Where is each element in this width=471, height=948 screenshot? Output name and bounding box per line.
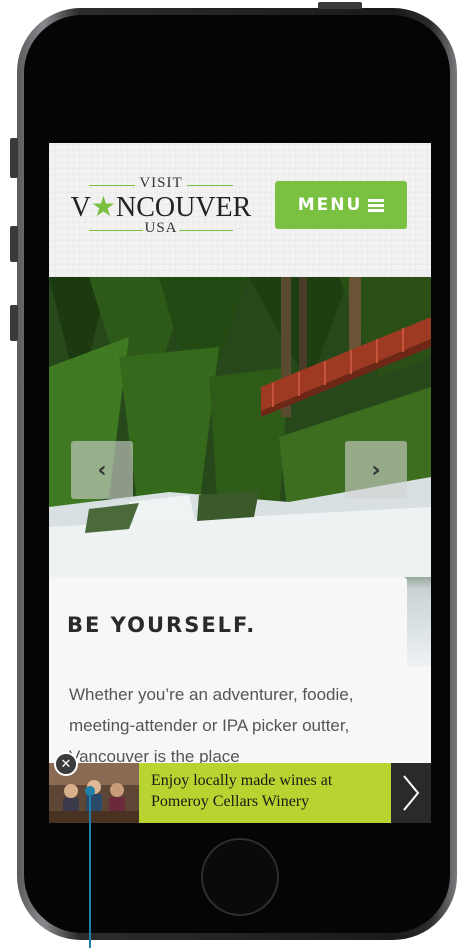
volume-up-button: [10, 226, 18, 262]
volume-down-button: [10, 305, 18, 341]
logo-wordmark-left: V: [70, 192, 91, 223]
hamburger-icon: [368, 198, 385, 212]
winery-ad-banner[interactable]: Enjoy locally made wines at Pomeroy Cell…: [49, 763, 431, 823]
ad-close-icon[interactable]: ✕: [54, 752, 78, 776]
logo-wordmark-right: NCOUVER: [116, 192, 252, 223]
site-header: VISIT V★NCOUVER USA MENU: [49, 143, 431, 277]
mute-switch: [10, 138, 18, 178]
forest-waterfall-photo: [49, 277, 431, 577]
home-button: [201, 838, 279, 916]
slider-next-button[interactable]: ›: [345, 441, 407, 499]
menu-button-label: MENU: [297, 195, 363, 215]
star-icon: ★: [90, 192, 116, 223]
menu-button[interactable]: MENU: [275, 181, 407, 229]
slider-prev-button[interactable]: ‹: [71, 441, 133, 499]
winery-ad-text: Enjoy locally made wines at Pomeroy Cell…: [151, 772, 333, 810]
hero-caption-title: BE YOURSELF.: [67, 613, 257, 637]
intro-body-text: Whether you’re an adventurer, foodie, me…: [69, 685, 354, 766]
phone-screen: VISIT V★NCOUVER USA MENU ‹ › BE YOURSELF…: [49, 143, 431, 823]
chevron-right-icon: [403, 775, 420, 811]
power-button: [318, 2, 362, 9]
ad-next-button[interactable]: [391, 763, 431, 823]
visit-vancouver-logo[interactable]: VISIT V★NCOUVER USA: [69, 173, 253, 239]
logo-usa-text: USA: [144, 220, 178, 236]
chevron-left-icon: ‹: [97, 457, 107, 483]
hero-caption-card: BE YOURSELF.: [49, 577, 407, 667]
chevron-right-icon: ›: [371, 457, 381, 483]
annotation-pointer-line: [89, 790, 91, 948]
logo-wordmark: V★NCOUVER: [69, 190, 253, 224]
